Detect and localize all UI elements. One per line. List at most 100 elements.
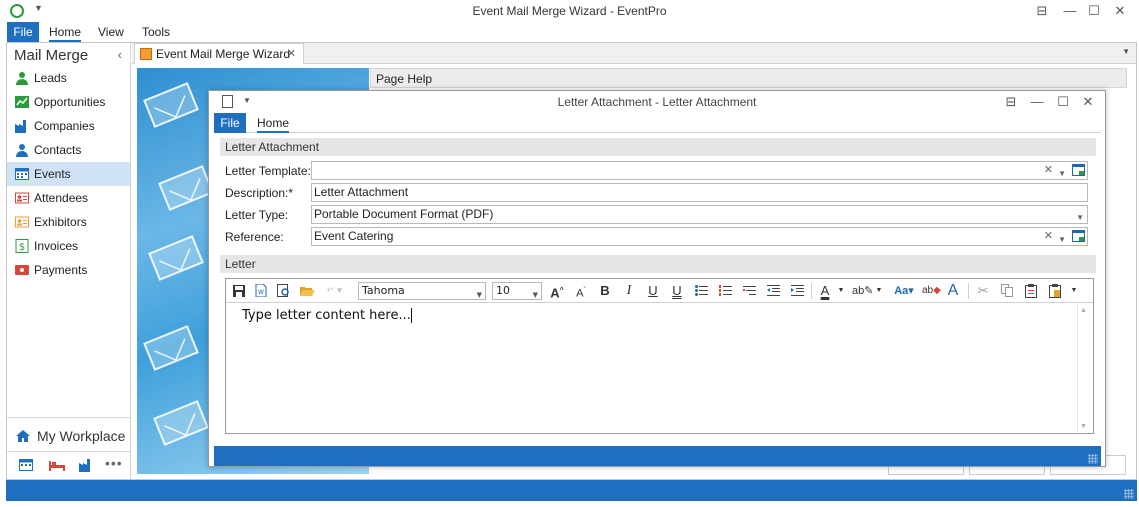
print-preview-icon[interactable] — [274, 282, 292, 300]
dialog-status-bar — [214, 446, 1101, 466]
payment-icon — [15, 265, 29, 275]
lookup-window-icon[interactable] — [1072, 230, 1085, 242]
sidebar-item-payments[interactable]: Payments — [7, 258, 130, 282]
undo-dropdown-icon[interactable]: ↶ ▼ — [324, 282, 346, 300]
sidebar-item-attendees[interactable]: Attendees — [7, 186, 130, 210]
sidebar-item-companies[interactable]: Companies — [7, 114, 130, 138]
restore-layout-icon[interactable]: ⊟ — [1028, 2, 1056, 20]
sidebar-item-contacts[interactable]: Contacts — [7, 138, 130, 162]
close-button[interactable]: ✕ — [1106, 2, 1134, 20]
text-effects-icon[interactable]: A — [944, 282, 962, 300]
description-value: Letter Attachment — [314, 185, 409, 199]
resize-grip-icon[interactable] — [1088, 454, 1098, 464]
close-tab-icon[interactable]: ✕ — [287, 47, 296, 60]
double-underline-icon[interactable]: U — [668, 282, 686, 300]
change-case-icon[interactable]: Aa▾ — [892, 282, 916, 300]
tools-menu-tab[interactable]: Tools — [142, 25, 170, 39]
dialog-home-tab[interactable]: Home — [257, 116, 290, 133]
dialog-maximize-button[interactable]: ☐ — [1051, 93, 1075, 111]
collapse-sidebar-icon[interactable]: ‹ — [118, 47, 122, 62]
chevron-down-icon: ▼ — [476, 291, 482, 299]
copy-icon[interactable] — [998, 282, 1016, 300]
chevron-down-icon[interactable]: ▼ — [874, 282, 884, 300]
lookup-window-icon[interactable] — [1072, 164, 1085, 176]
reference-field[interactable]: Event Catering ✕ ▼ — [311, 227, 1088, 246]
my-workplace-label: My Workplace — [37, 428, 126, 444]
italic-icon[interactable]: I — [620, 282, 638, 300]
factory-icon — [15, 120, 26, 133]
open-folder-icon[interactable] — [298, 282, 316, 300]
resize-grip-icon[interactable] — [1124, 489, 1134, 499]
grow-font-icon[interactable]: A^ — [548, 282, 566, 300]
document-tab-strip: Event Mail Merge Wizard ✕ ▼ — [132, 43, 1136, 64]
dialog-close-button[interactable]: ✕ — [1076, 93, 1100, 111]
sidebar-item-label: Payments — [34, 263, 88, 277]
restore-layout-icon[interactable]: ⊟ — [999, 93, 1023, 111]
maximize-button[interactable]: ☐ — [1080, 2, 1108, 20]
sidebar-item-label: Companies — [34, 119, 95, 133]
tab-event-mail-merge-wizard[interactable]: Event Mail Merge Wizard ✕ — [134, 43, 304, 64]
letter-content-area[interactable]: Type letter content here... — [242, 308, 412, 323]
sidebar-item-exhibitors[interactable]: Exhibitors — [7, 210, 130, 234]
reference-value: Event Catering — [314, 229, 394, 243]
editor-toolbar: W ↶ ▼ Tahoma ▼ 10 ▼ A^ Aˇ B I U U A ▼ ab… — [226, 279, 1093, 303]
bold-icon[interactable]: B — [596, 282, 614, 300]
paste-icon[interactable] — [1022, 282, 1040, 300]
chevron-down-icon[interactable]: ▼ — [1076, 209, 1084, 226]
clear-formatting-icon[interactable]: ab◆ — [922, 282, 941, 300]
dialog-minimize-button[interactable]: — — [1025, 93, 1049, 111]
calendar-icon[interactable] — [19, 458, 33, 472]
sidebar-item-events[interactable]: Events — [7, 162, 130, 186]
home-menu-tab[interactable]: Home — [49, 25, 82, 42]
sidebar-item-label: Opportunities — [34, 95, 106, 109]
my-workplace-button[interactable]: My Workplace — [7, 417, 130, 444]
letter-type-select[interactable]: Portable Document Format (PDF) ▼ — [311, 205, 1088, 224]
sidebar-item-invoices[interactable]: $ Invoices — [7, 234, 130, 258]
save-as-word-icon[interactable]: W — [252, 282, 270, 300]
clear-icon[interactable]: ✕ — [1044, 228, 1053, 245]
underline-icon[interactable]: U — [644, 282, 662, 300]
sidebar-item-opportunities[interactable]: Opportunities — [7, 90, 130, 114]
bullet-list-icon[interactable] — [692, 282, 710, 300]
highlight-icon[interactable]: ab✎ — [852, 282, 873, 300]
toolbar-separator — [968, 283, 969, 299]
increase-indent-icon[interactable] — [788, 282, 806, 300]
paste-special-icon[interactable] — [1046, 282, 1064, 300]
chevron-down-icon[interactable]: ▼ — [1058, 231, 1066, 248]
numbered-list-icon[interactable] — [716, 282, 734, 300]
more-icon[interactable]: ••• — [105, 455, 123, 471]
font-color-icon[interactable]: A — [816, 282, 834, 300]
font-name-value: Tahoma — [362, 284, 405, 297]
font-name-select[interactable]: Tahoma ▼ — [358, 282, 486, 300]
tab-list-dropdown-icon[interactable]: ▼ — [1122, 47, 1130, 56]
envelope-icon — [143, 82, 199, 128]
multilevel-list-icon[interactable] — [740, 282, 758, 300]
chevron-down-icon[interactable]: ▼ — [836, 282, 846, 300]
calendar-icon — [15, 168, 29, 180]
description-field[interactable]: Letter Attachment — [311, 183, 1088, 202]
scroll-up-icon[interactable]: ▲ — [1080, 307, 1087, 314]
sidebar: Mail Merge ‹ Leads Opportunities Compani… — [7, 43, 131, 479]
file-menu-tab[interactable]: File — [7, 22, 39, 42]
letter-type-value: Portable Document Format (PDF) — [314, 207, 494, 221]
shrink-font-icon[interactable]: Aˇ — [572, 282, 590, 300]
view-menu-tab[interactable]: View — [98, 25, 124, 39]
font-size-select[interactable]: 10 ▼ — [492, 282, 542, 300]
dialog-file-tab[interactable]: File — [214, 113, 246, 133]
chevron-down-icon[interactable]: ▼ — [1058, 165, 1066, 182]
clear-icon[interactable]: ✕ — [1044, 162, 1053, 179]
factory-icon[interactable] — [79, 458, 93, 472]
svg-text:W: W — [258, 289, 264, 296]
sidebar-item-leads[interactable]: Leads — [7, 66, 130, 90]
scroll-down-icon[interactable]: ▼ — [1080, 423, 1087, 430]
letter-template-field[interactable]: ✕ ▼ — [311, 161, 1088, 180]
bed-icon[interactable] — [49, 458, 65, 472]
save-icon[interactable] — [230, 282, 248, 300]
sidebar-item-label: Leads — [34, 71, 67, 85]
chevron-down-icon[interactable]: ▼ — [1069, 282, 1079, 300]
editor-scrollbar[interactable]: ▲ ▼ — [1077, 305, 1091, 432]
cut-icon[interactable]: ✂ — [974, 282, 992, 300]
home-icon — [16, 430, 30, 442]
ribbon-menu: File Home View Tools — [0, 22, 1139, 42]
decrease-indent-icon[interactable] — [764, 282, 782, 300]
